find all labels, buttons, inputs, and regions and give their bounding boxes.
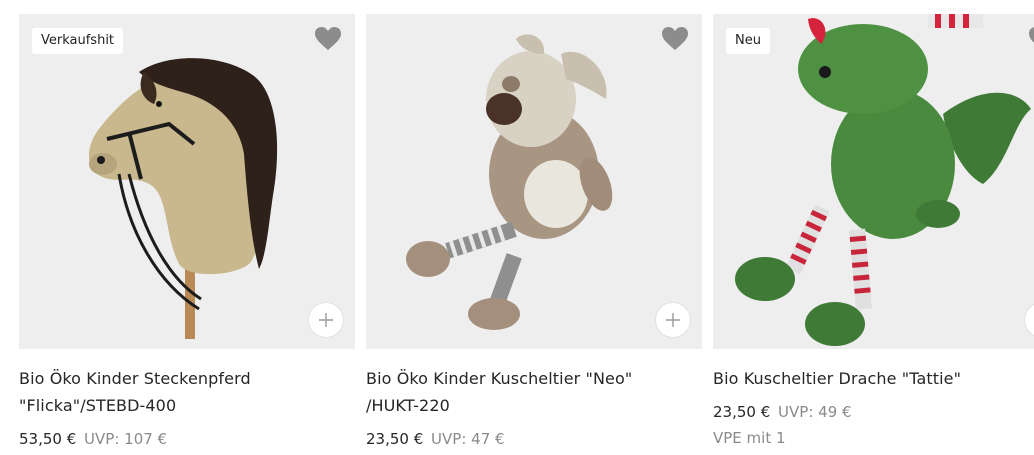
product-card[interactable]: Verkaufshit Bio Öko Kinder Steckenpferd … [19,14,355,449]
plush-dog-image [406,34,613,330]
product-card[interactable]: Bio Öko Kinder Kuscheltier "Neo" /HUKT-2… [366,14,702,449]
heart-icon [315,27,341,50]
heart-icon [1029,27,1034,43]
product-title-line: "Flicka"/STEBD-400 [19,396,177,415]
plush-dragon-image [735,14,1031,346]
product-grid: Verkaufshit Bio Öko Kinder Steckenpferd … [0,0,1034,455]
bestseller-badge: Verkaufshit [32,28,124,54]
hobby-horse-image [88,58,278,339]
price-row: 23,50 € UVP: 47 € [366,429,702,449]
price-row: 23,50 € UVP: 49 € [713,402,1034,422]
product-card[interactable]: Neu Bio Kuscheltier Drache "Tattie" 23,5… [713,14,1034,448]
product-title-line: Bio Öko Kinder Kuscheltier "Neo" [366,369,633,388]
product-title[interactable]: Bio Öko Kinder Kuscheltier "Neo" /HUKT-2… [366,365,702,419]
new-badge: Neu [726,28,770,54]
packaging-unit-text: VPE mit 1 [713,429,786,447]
product-title[interactable]: Bio Öko Kinder Steckenpferd "Flicka"/STE… [19,365,355,419]
product-title[interactable]: Bio Kuscheltier Drache "Tattie" [713,365,1034,392]
product-price: 23,50 € [713,403,771,421]
plus-icon [666,313,680,327]
product-image[interactable] [366,14,702,349]
product-price: 23,50 € [366,430,424,448]
wishlist-heart-icon[interactable] [661,26,689,52]
product-uvp: UVP: 107 € [84,430,168,448]
add-to-cart-button[interactable] [308,302,344,338]
heart-icon [662,27,688,50]
product-title-line: /HUKT-220 [366,396,450,415]
wishlist-heart-icon[interactable] [1028,26,1034,52]
plus-icon [319,313,333,327]
wishlist-heart-icon[interactable] [314,26,342,52]
product-price: 53,50 € [19,430,77,448]
product-image[interactable]: Neu [713,14,1034,349]
product-title-line: Bio Kuscheltier Drache "Tattie" [713,369,962,388]
add-to-cart-button[interactable] [655,302,691,338]
product-uvp: UVP: 49 € [778,403,852,421]
product-uvp: UVP: 47 € [431,430,505,448]
product-title-line: Bio Öko Kinder Steckenpferd [19,369,251,388]
price-row: 53,50 € UVP: 107 € [19,429,355,449]
product-image[interactable]: Verkaufshit [19,14,355,349]
